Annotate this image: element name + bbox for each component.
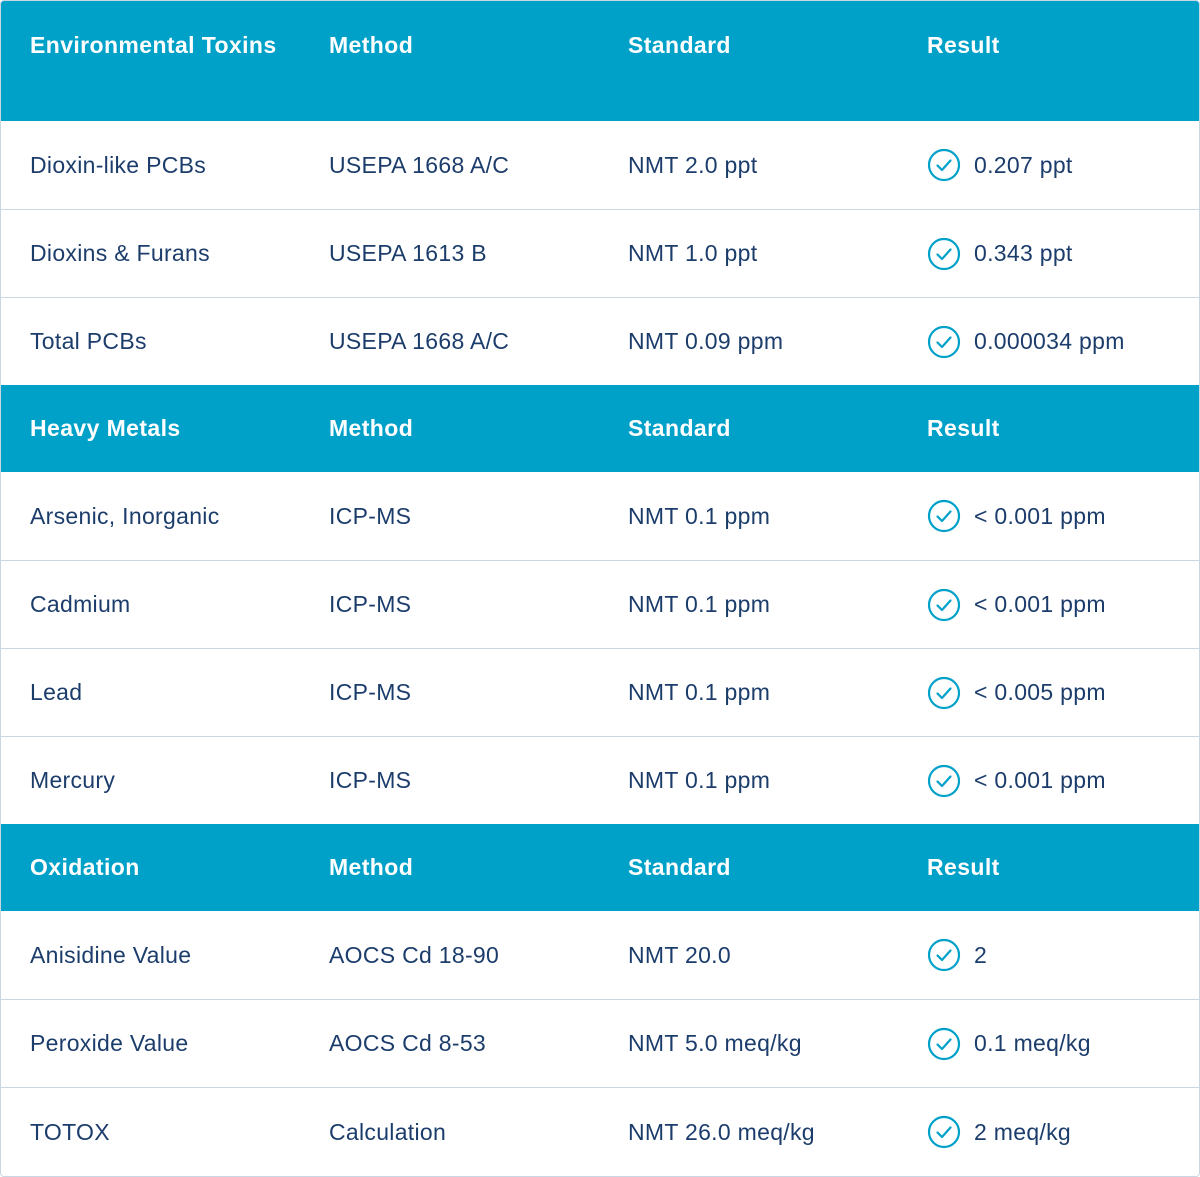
test-standard: NMT 0.09 ppm — [628, 328, 784, 354]
test-standard: NMT 0.1 ppm — [628, 591, 771, 617]
test-name: Dioxin-like PCBs — [30, 151, 207, 178]
test-method: AOCS Cd 18-90 — [329, 941, 500, 968]
test-standard: NMT 2.0 ppt — [628, 151, 758, 178]
test-standard: NMT 26.0 meq/kg — [628, 1118, 815, 1145]
header-standard: Standard — [628, 415, 731, 441]
test-name: Lead — [30, 679, 83, 705]
header-category: Environmental Toxins — [30, 32, 277, 58]
test-name: Peroxide Value — [30, 1030, 189, 1056]
test-result: 2 — [927, 911, 1197, 999]
result-value: 0.207 ppt — [974, 151, 1073, 178]
test-standard: NMT 5.0 meq/kg — [628, 1030, 802, 1056]
test-method: ICP-MS — [329, 591, 412, 617]
section-header: Heavy Metals Method Standard Result — [1, 385, 1199, 472]
test-name: Total PCBs — [30, 328, 147, 354]
test-standard: NMT 0.1 ppm — [628, 767, 771, 793]
table-row: Dioxins & Furans USEPA 1613 B NMT 1.0 pp… — [1, 209, 1199, 297]
result-value: < 0.001 ppm — [974, 767, 1106, 793]
test-result: 2 meq/kg — [927, 1088, 1197, 1176]
header-standard: Standard — [628, 854, 731, 880]
result-value: 2 — [974, 941, 988, 968]
check-circle-icon — [927, 237, 961, 270]
test-result: < 0.001 ppm — [927, 472, 1197, 560]
test-standard: NMT 1.0 ppt — [628, 240, 758, 266]
section-header: Oxidation Method Standard Result — [1, 824, 1199, 911]
test-standard: NMT 0.1 ppm — [628, 679, 771, 705]
test-result: < 0.005 ppm — [927, 649, 1197, 736]
check-circle-icon — [927, 148, 961, 182]
result-value: 0.1 meq/kg — [974, 1030, 1091, 1056]
test-method: ICP-MS — [329, 502, 412, 529]
results-table: Environmental Toxins Method Standard Res… — [0, 0, 1200, 1177]
header-method: Method — [329, 32, 414, 58]
section-header: Environmental Toxins Method Standard Res… — [1, 1, 1199, 121]
check-circle-icon — [927, 588, 961, 621]
table-row: Mercury ICP-MS NMT 0.1 ppm < 0.001 ppm — [1, 736, 1199, 824]
check-circle-icon — [927, 325, 961, 358]
table-row: Peroxide Value AOCS Cd 8-53 NMT 5.0 meq/… — [1, 999, 1199, 1087]
header-standard: Standard — [628, 32, 731, 58]
result-value: 2 meq/kg — [974, 1118, 1072, 1145]
table-row: TOTOX Calculation NMT 26.0 meq/kg 2 meq/… — [1, 1087, 1199, 1176]
table-row: Lead ICP-MS NMT 0.1 ppm < 0.005 ppm — [1, 648, 1199, 736]
test-result: < 0.001 ppm — [927, 561, 1197, 648]
table-row: Dioxin-like PCBs USEPA 1668 A/C NMT 2.0 … — [1, 121, 1199, 209]
table-row: Cadmium ICP-MS NMT 0.1 ppm < 0.001 ppm — [1, 560, 1199, 648]
test-name: Dioxins & Furans — [30, 240, 210, 266]
table-row: Anisidine Value AOCS Cd 18-90 NMT 20.0 2 — [1, 911, 1199, 999]
test-result: 0.343 ppt — [927, 210, 1197, 297]
test-name: Anisidine Value — [30, 941, 192, 968]
result-value: 0.343 ppt — [974, 240, 1073, 266]
test-name: Cadmium — [30, 591, 131, 617]
check-circle-icon — [927, 764, 961, 797]
test-name: TOTOX — [30, 1118, 110, 1145]
header-method: Method — [329, 415, 414, 441]
test-result: < 0.001 ppm — [927, 737, 1197, 824]
result-value: < 0.005 ppm — [974, 679, 1106, 705]
test-name: Arsenic, Inorganic — [30, 502, 220, 529]
result-value: < 0.001 ppm — [974, 591, 1106, 617]
test-result: 0.207 ppt — [927, 121, 1197, 209]
result-value: < 0.001 ppm — [974, 502, 1106, 529]
check-circle-icon — [927, 676, 961, 709]
check-circle-icon — [927, 938, 961, 972]
test-method: AOCS Cd 8-53 — [329, 1030, 486, 1056]
test-result: 0.1 meq/kg — [927, 1000, 1197, 1087]
header-result: Result — [927, 415, 1000, 441]
test-method: USEPA 1668 A/C — [329, 151, 510, 178]
test-standard: NMT 20.0 — [628, 941, 731, 968]
test-method: ICP-MS — [329, 679, 412, 705]
test-method: Calculation — [329, 1118, 447, 1145]
header-category: Heavy Metals — [30, 415, 181, 441]
header-method: Method — [329, 854, 414, 880]
table-row: Total PCBs USEPA 1668 A/C NMT 0.09 ppm 0… — [1, 297, 1199, 385]
test-name: Mercury — [30, 767, 116, 793]
test-standard: NMT 0.1 ppm — [628, 502, 771, 529]
test-method: USEPA 1668 A/C — [329, 328, 510, 354]
test-result: 0.000034 ppm — [927, 298, 1197, 385]
test-method: ICP-MS — [329, 767, 412, 793]
check-circle-icon — [927, 1115, 961, 1149]
check-circle-icon — [927, 1027, 961, 1060]
header-result: Result — [927, 854, 1000, 880]
table-row: Arsenic, Inorganic ICP-MS NMT 0.1 ppm < … — [1, 472, 1199, 560]
result-value: 0.000034 ppm — [974, 328, 1125, 354]
header-category: Oxidation — [30, 854, 140, 880]
check-circle-icon — [927, 499, 961, 533]
test-method: USEPA 1613 B — [329, 240, 487, 266]
header-result: Result — [927, 32, 1000, 58]
